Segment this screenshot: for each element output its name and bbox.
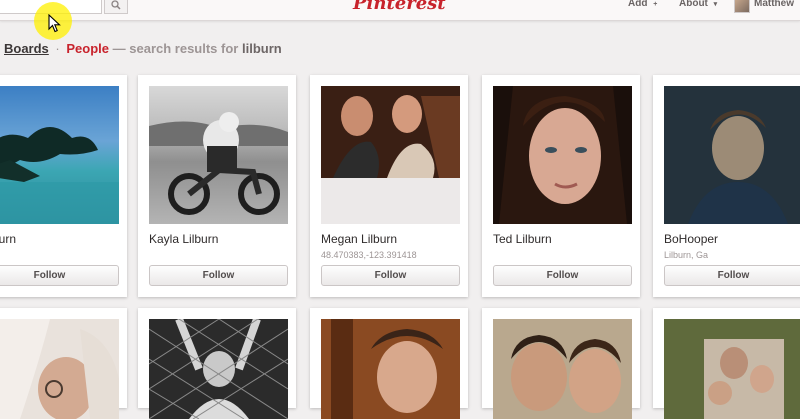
follow-button[interactable]: Follow <box>0 265 119 286</box>
person-name[interactable]: Kayla Lilburn <box>149 232 218 246</box>
follow-button[interactable]: Follow <box>493 265 632 286</box>
follow-button[interactable]: Follow <box>321 265 460 286</box>
person-card <box>482 308 640 419</box>
person-subtitle: 48.470383,-123.391418 <box>321 250 417 260</box>
group-photo-icon <box>493 319 632 419</box>
portrait-icon <box>321 319 460 419</box>
follow-button[interactable]: Follow <box>149 265 288 286</box>
profile-photo[interactable] <box>493 86 632 224</box>
tree-icon <box>0 127 119 224</box>
profile-photo[interactable] <box>0 319 119 419</box>
profile-photo[interactable] <box>493 319 632 419</box>
profile-photo[interactable] <box>0 86 119 224</box>
family-photo-icon <box>664 319 800 419</box>
profile-photo[interactable] <box>664 319 800 419</box>
profile-photo[interactable] <box>321 86 460 224</box>
follow-button[interactable]: Follow <box>664 265 800 286</box>
person-card: Ted Lilburn Follow <box>482 75 640 297</box>
person-card <box>0 308 127 419</box>
person-card <box>310 308 468 419</box>
person-card: Megan Lilburn 48.470383,-123.391418 Foll… <box>310 75 468 297</box>
person-name[interactable]: Megan Lilburn <box>321 232 397 246</box>
person-card: Lilburn Follow <box>0 75 127 297</box>
person-card <box>138 308 296 419</box>
fence-photo-icon <box>149 319 288 419</box>
people-grid: Lilburn Follow Kayla Lilburn Follow <box>0 0 800 419</box>
person-card: BoHooper Lilburn, Ga Follow <box>653 75 800 297</box>
person-card: Kayla Lilburn Follow <box>138 75 296 297</box>
group-photo-icon <box>321 86 460 178</box>
portrait-icon <box>499 86 627 224</box>
dirtbike-rider-icon <box>149 112 288 215</box>
profile-photo[interactable] <box>149 319 288 419</box>
profile-photo[interactable] <box>321 319 460 419</box>
person-name[interactable]: Ted Lilburn <box>493 232 552 246</box>
person-card <box>653 308 800 419</box>
profile-photo[interactable] <box>664 86 800 224</box>
person-name[interactable]: Lilburn <box>0 232 16 246</box>
person-subtitle: Lilburn, Ga <box>664 250 709 260</box>
portrait-icon <box>0 319 119 419</box>
portrait-icon <box>664 86 800 224</box>
person-name[interactable]: BoHooper <box>664 232 718 246</box>
profile-photo[interactable] <box>149 86 288 224</box>
